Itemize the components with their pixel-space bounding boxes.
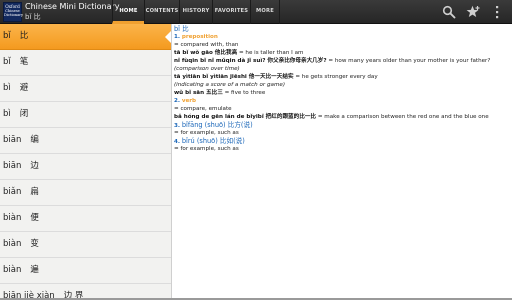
list-item-bi-compare[interactable]: bǐ 比 (0, 24, 171, 50)
list-item[interactable]: bǐ 笔 (0, 50, 171, 76)
cross-reference-link[interactable]: bǐfāng (shuō) 比方(说) (182, 121, 253, 129)
list-item[interactable]: bì 闭 (0, 102, 171, 128)
sense-number: 4. (174, 139, 181, 145)
tab-more[interactable]: MORE (250, 0, 280, 24)
sense-definition: = for example, such as (174, 146, 239, 152)
sense-definition: = compare, emulate (174, 106, 232, 112)
part-of-speech: verb (181, 98, 197, 104)
example-line: tā yìtiān bǐ yìtiān jiēshi 他一天比一天结实 = he… (174, 74, 378, 81)
word-list[interactable]: bǐ 比 bǐ 笔 bì 避 bì 闭 biān 编 biān 边 biǎn 扁 biàn 便 … (0, 24, 172, 300)
list-item-pinyin: bì (3, 109, 11, 119)
sense-number: 2. (174, 98, 181, 104)
sense-number: 1. (174, 34, 181, 40)
part-of-speech: preposition (181, 34, 218, 40)
cross-reference-link[interactable]: bǐrú (shuō) 比如(说) (182, 137, 245, 145)
list-item[interactable]: biàn 便 (0, 206, 171, 232)
list-item-pinyin: biàn (3, 213, 22, 223)
list-item[interactable]: bì 避 (0, 76, 171, 102)
oxford-logo: Oxford Chinese Dictionary (3, 2, 24, 22)
list-item-pinyin: biàn (3, 265, 22, 275)
example-chinese: bǎ hóng de gēn lán de bǐyibǐ 把红的跟蓝的比一比 (174, 114, 317, 120)
example-english: = make a comparison between the red one … (317, 114, 489, 120)
example-english: = five to three (224, 90, 266, 96)
example-chinese: wǔ bǐ sān 五比三 (174, 90, 223, 96)
list-item-hanzi: 笔 (19, 57, 29, 67)
list-item[interactable]: biàn 遍 (0, 258, 171, 284)
list-item-hanzi: 扁 (30, 187, 39, 197)
list-item[interactable]: biān 边 (0, 154, 171, 180)
example-english: = he gets stronger every day (295, 74, 378, 80)
example-line: wǔ bǐ sān 五比三 = five to three (174, 90, 265, 97)
example-chinese: nǐ fùqin bǐ nǐ mǔqin dà jǐ suì? 你父亲比你母亲大… (174, 58, 327, 64)
list-item-hanzi: 避 (19, 83, 29, 93)
list-item-hanzi: 遍 (30, 265, 39, 275)
list-item-pinyin: bǐ (3, 31, 11, 41)
list-item-hanzi: 编 (30, 135, 39, 145)
list-item-pinyin: biān (3, 135, 22, 145)
list-item-pinyin: biān (3, 161, 22, 171)
list-item-pinyin: biàn (3, 239, 22, 249)
current-entry-subtitle: bǐ 比 (25, 13, 41, 21)
list-item[interactable]: biǎn 扁 (0, 180, 171, 206)
favorites-star-icon[interactable] (466, 5, 481, 19)
example-english: = how many years older than your mother … (328, 58, 491, 64)
list-item[interactable]: biān 编 (0, 128, 171, 154)
search-icon[interactable] (442, 5, 456, 19)
entry-headword: bǐ 比 (174, 25, 189, 33)
sense-definition: = for example, such as (174, 130, 239, 136)
list-item-hanzi: 变 (30, 239, 39, 249)
list-item-pinyin: biǎn (3, 187, 22, 197)
list-item[interactable]: biàn 变 (0, 232, 171, 258)
example-line: tā bǐ wǒ gāo 他比我高 = he is taller than I … (174, 50, 303, 57)
example-line: bǎ hóng de gēn lán de bǐyibǐ 把红的跟蓝的比一比 =… (174, 114, 489, 121)
list-item-hanzi: 比 (19, 31, 29, 41)
example-chinese: tā bǐ wǒ gāo 他比我高 (174, 50, 238, 56)
sense-4-header: 4. bǐrú (shuō) 比如(说) (174, 138, 245, 146)
tab-contents[interactable]: CONTENTS (144, 0, 179, 24)
example-line: nǐ fùqin bǐ nǐ mǔqin dà jǐ suì? 你父亲比你母亲大… (174, 58, 490, 65)
list-item-pinyin: bǐ (3, 57, 11, 67)
usage-note: (comparison over time) (174, 66, 240, 72)
sense-number: 3. (174, 123, 181, 129)
overflow-menu-icon[interactable] (494, 5, 500, 19)
tab-history[interactable]: HISTORY (179, 0, 212, 24)
list-item-pinyin: bì (3, 83, 11, 93)
example-english: = he is taller than I am (238, 50, 304, 56)
tab-home[interactable]: HOME (112, 0, 144, 24)
list-item-hanzi: 便 (30, 213, 39, 223)
example-chinese: tā yìtiān bǐ yìtiān jiēshi 他一天比一天结实 (174, 74, 294, 80)
list-item-hanzi: 边 (30, 161, 39, 171)
sense-definition: = compared with, than (174, 42, 239, 48)
list-item-hanzi: 闭 (19, 109, 29, 119)
action-bar: Oxford Chinese Dictionary Chinese Mini D… (0, 0, 512, 24)
sense-1-header: 1. preposition (174, 34, 218, 41)
sense-2-header: 2. verb (174, 98, 196, 105)
app-title: Chinese Mini Dictionary (25, 2, 120, 11)
entry-pane: bǐ 比 1. preposition = compared with, tha… (174, 24, 510, 300)
sense-3-header: 3. bǐfāng (shuō) 比方(说) (174, 122, 253, 130)
logo-line-3: Dictionary (4, 13, 24, 17)
usage-note: (indicating a score of a match or game) (174, 82, 286, 88)
tab-favorites[interactable]: FAVORITES (212, 0, 250, 24)
